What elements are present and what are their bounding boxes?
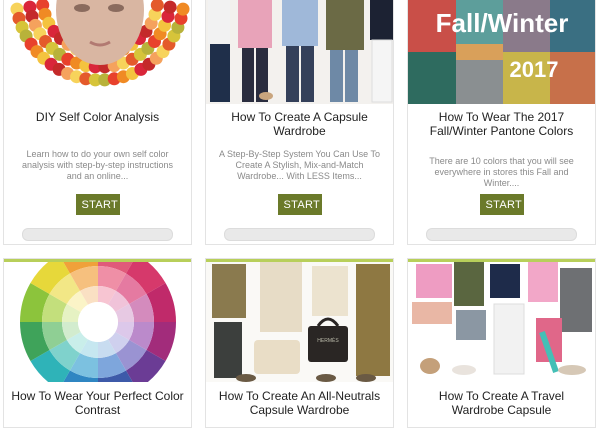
- card-title: How To Create A Travel Wardrobe Capsule: [438, 389, 565, 417]
- card-image-neutral-items[interactable]: HERMÈS: [206, 262, 393, 382]
- course-card-travel-wardrobe[interactable]: How To Create A Travel Wardrobe Capsule: [407, 258, 596, 428]
- card-title: How To Create A Capsule Wardrobe: [231, 110, 368, 138]
- progress-bar: [22, 228, 173, 241]
- fallwinter-year: 2017: [510, 57, 559, 82]
- bag-label: HERMÈS: [317, 337, 339, 344]
- card-title: How To Create An All-Neutrals Capsule Wa…: [218, 389, 381, 417]
- card-image-travel-items[interactable]: [408, 262, 595, 382]
- progress-bar: [224, 228, 375, 241]
- progress-bar: [426, 228, 577, 241]
- card-image-color-wheel[interactable]: [4, 262, 191, 382]
- start-button[interactable]: START: [479, 194, 524, 215]
- card-description: Learn how to do your own self color anal…: [21, 149, 174, 181]
- card-title: How To Wear Your Perfect Color Contrast: [11, 389, 184, 417]
- card-image-color-wheel-face[interactable]: [4, 0, 191, 104]
- start-button[interactable]: START: [277, 194, 322, 215]
- card-description: There are 10 colors that you will see ev…: [429, 156, 574, 188]
- card-title: How To Wear The 2017 Fall/Winter Pantone…: [429, 110, 574, 138]
- fallwinter-title: Fall/Winter: [436, 8, 569, 38]
- card-image-pantone-grid[interactable]: Fall/Winter 2017: [408, 0, 595, 104]
- card-description: A Step-By-Step System You Can Use To Cre…: [219, 149, 380, 181]
- course-card-self-color-analysis[interactable]: DIY Self Color Analysis Learn how to do …: [3, 0, 192, 245]
- card-title: DIY Self Color Analysis: [35, 110, 160, 124]
- card-image-capsule-outfits[interactable]: [206, 0, 393, 104]
- course-card-capsule-wardrobe[interactable]: How To Create A Capsule Wardrobe A Step-…: [205, 0, 394, 245]
- course-card-color-contrast[interactable]: How To Wear Your Perfect Color Contrast: [3, 258, 192, 428]
- start-button[interactable]: START: [75, 194, 120, 215]
- course-card-all-neutrals[interactable]: HERMÈS How To Create An All-Neutrals Cap…: [205, 258, 394, 428]
- course-card-pantone-colors[interactable]: Fall/Winter 2017 How To Wear The 2017 Fa…: [407, 0, 596, 245]
